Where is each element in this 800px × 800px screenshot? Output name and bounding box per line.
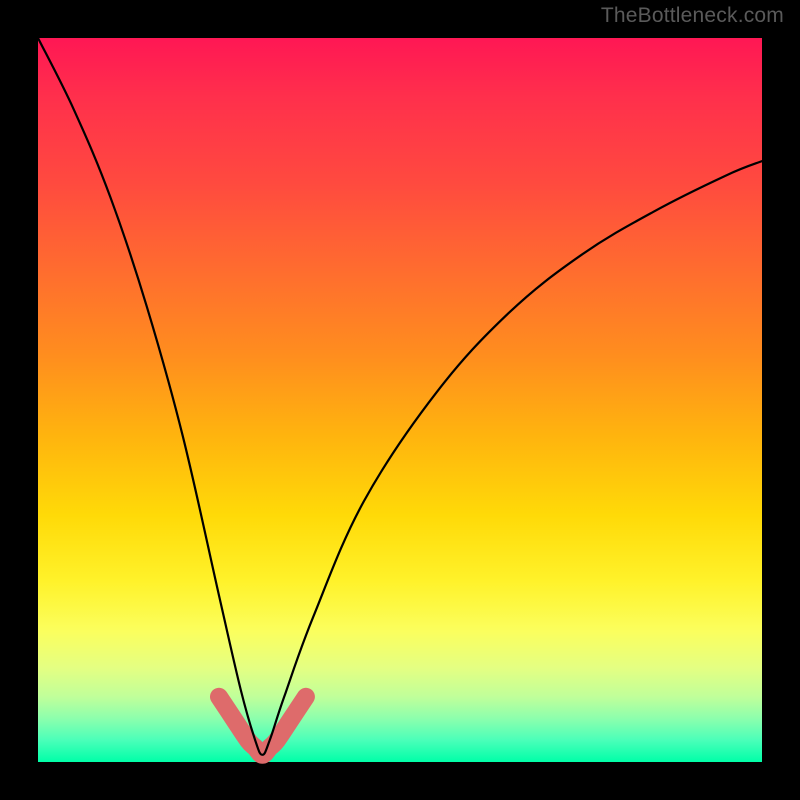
curve-layer — [38, 38, 762, 762]
bottleneck-curve-path — [38, 38, 762, 755]
watermark-text: TheBottleneck.com — [601, 4, 784, 28]
chart-frame: TheBottleneck.com — [0, 0, 800, 800]
plot-area — [38, 38, 762, 762]
valley-marker-path — [219, 697, 306, 755]
